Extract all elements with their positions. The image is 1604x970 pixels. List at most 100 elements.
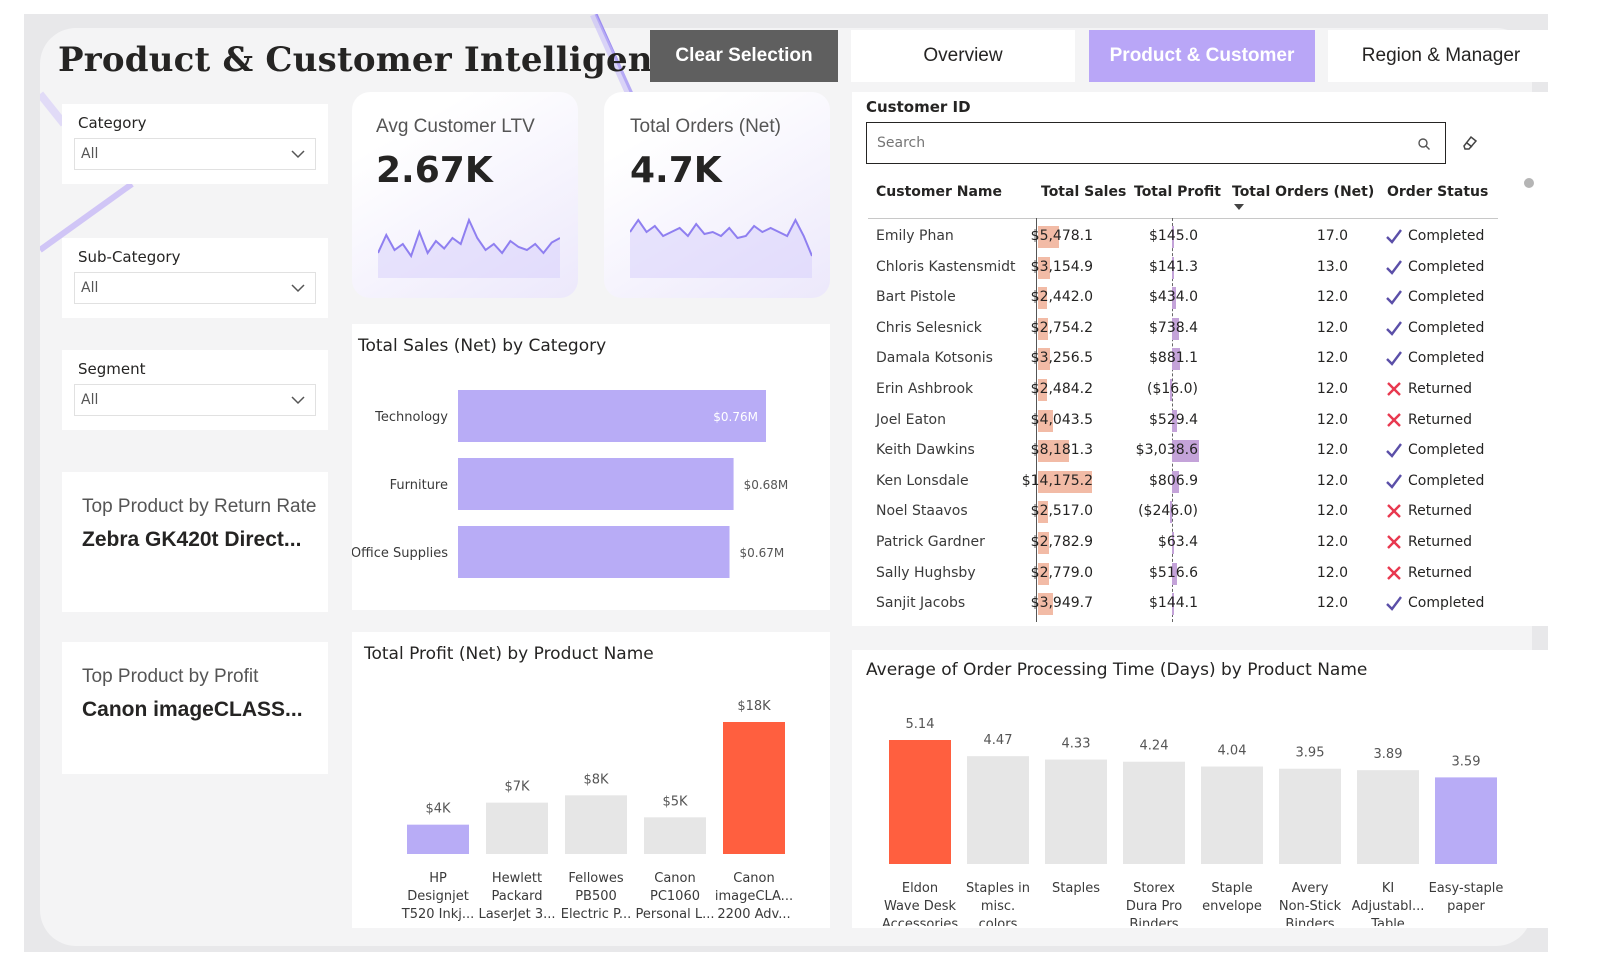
customer-search-input[interactable] [877, 131, 1397, 155]
bar-category-label: Wave Desk [884, 899, 957, 914]
table-row[interactable]: Erin Ashbrook $2,484.2 ($16.0) 12.0 Returned [868, 375, 1488, 405]
checkmark-shape [1386, 321, 1402, 336]
total-sales-cell: $2,779.0 [1030, 564, 1093, 581]
total-orders-value: 4.7K [630, 150, 722, 191]
bar-category-label: Fellowes [568, 871, 624, 886]
total-sales-cell: $5,478.1 [1030, 228, 1093, 244]
table-row[interactable]: Emily Phan $5,478.1 $145.0 17.0 Completed [868, 222, 1488, 252]
total-profit-cell: $145.0 [1149, 228, 1198, 244]
total-orders-cell: 12.0 [1316, 595, 1348, 612]
segment-slicer: Segment All [62, 350, 328, 430]
chevron-down-icon [291, 150, 305, 159]
bar-category-label: misc. [981, 899, 1015, 914]
col-header-order-status[interactable]: Order Status [1387, 184, 1488, 200]
table-row[interactable]: Damala Kotsonis $3,256.5 $881.1 12.0 Complet… [868, 344, 1488, 374]
bar-category-label: Non-Stick [1279, 899, 1342, 914]
customer-name-cell: Emily Phan [876, 228, 954, 244]
bar-category-label: Avery [1292, 881, 1329, 896]
checkmark-shape [1386, 259, 1402, 275]
table-row[interactable]: Ken Lonsdale $14,175.2 $806.9 12.0 Completed [868, 467, 1488, 497]
avg-ltv-kpi-card: Avg Customer LTV 2.67K [352, 92, 578, 298]
total-orders-cell: 12.0 [1316, 381, 1348, 397]
total-profit-cell: $144.1 [1149, 595, 1198, 612]
bar-category-label: Easy-staple [1429, 881, 1504, 896]
order-status-cell: Returned [1408, 503, 1472, 520]
bar-category-label: Adjustabl... [1352, 899, 1425, 914]
table-row[interactable]: Chloris Kastensmidt $3,154.9 $141.3 13.0 Com… [868, 253, 1488, 283]
table-row[interactable]: Sally Hughsby $2,779.0 $516.6 12.0 Returned [868, 559, 1488, 589]
table-row[interactable]: Bart Pistole $2,442.0 $434.0 12.0 Completed [868, 283, 1488, 313]
product-bar [644, 817, 706, 854]
bar-category-label: Hewlett [492, 871, 542, 886]
total-profit-cell: $516.6 [1149, 564, 1198, 581]
customer-name-cell: Noel Staavos [876, 503, 968, 520]
nav-region-manager-button[interactable]: Region & Manager [1328, 30, 1554, 82]
checkmark-icon [1386, 474, 1402, 489]
bar-category-label: PC1060 [650, 889, 700, 904]
customer-search-box[interactable] [866, 122, 1446, 164]
nav-product-customer-button[interactable]: Product & Customer [1089, 30, 1315, 82]
total-profit-cell: $434.0 [1149, 289, 1198, 306]
order-status-cell: Returned [1408, 564, 1472, 581]
col-header-customer-name[interactable]: Customer Name [876, 184, 1002, 200]
bar-category-label: Staple [1211, 881, 1252, 896]
processing-time-chart[interactable]: Average of Order Processing Time (Days) … [852, 650, 1548, 928]
clear-selection-button[interactable]: Clear Selection [650, 30, 838, 82]
table-row[interactable]: Joel Eaton $4,043.5 $529.4 12.0 Returned [868, 406, 1488, 436]
bar-category-label: Eldon [902, 881, 938, 896]
sales-by-category-chart[interactable]: Total Sales (Net) by Category Technology… [352, 324, 830, 610]
x-mark-icon [1387, 504, 1401, 519]
category-dropdown-value: All [81, 146, 99, 162]
category-dropdown[interactable]: All [74, 138, 316, 170]
table-row[interactable]: Noel Staavos $2,517.0 ($246.0) 12.0 Returned [868, 497, 1488, 527]
bar-data-label: 3.59 [1452, 754, 1481, 769]
product-bar [486, 802, 548, 854]
product-bar [889, 740, 951, 864]
bar-data-label: $8K [583, 772, 609, 787]
top-product-profit-value: Canon imageCLASS... [82, 698, 303, 721]
total-profit-cell: $738.4 [1149, 319, 1198, 336]
total-sales-cell: $8,181.3 [1030, 442, 1093, 459]
profit-by-product-chart[interactable]: Total Profit (Net) by Product Name $4K HP… [352, 632, 830, 928]
total-orders-label: Total Orders (Net) [630, 116, 781, 137]
search-icon[interactable] [1417, 137, 1431, 151]
checkmark-shape [1386, 474, 1402, 489]
table-row[interactable]: Sanjit Jacobs $3,949.7 $144.1 12.0 Completed [868, 589, 1488, 619]
order-status-cell: Returned [1408, 411, 1472, 428]
table-scroll-thumb[interactable] [1524, 178, 1534, 188]
nav-overview-button[interactable]: Overview [851, 30, 1075, 82]
total-orders-cell: 12.0 [1316, 442, 1348, 459]
category-data-label: $0.68M [744, 478, 789, 492]
profit-by-product-title: Total Profit (Net) by Product Name [364, 644, 654, 664]
segment-dropdown[interactable]: All [74, 384, 316, 416]
col-header-total-profit[interactable]: Total Profit [1134, 184, 1221, 200]
bar-category-label: Packard [491, 889, 542, 904]
bar-category-label: Storex [1133, 881, 1175, 896]
table-row[interactable]: Patrick Gardner $2,782.9 $63.4 12.0 Returned [868, 528, 1488, 558]
sub-category-dropdown[interactable]: All [74, 272, 316, 304]
total-orders-kpi-card: Total Orders (Net) 4.7K [604, 92, 830, 298]
bar-category-label: KI [1382, 881, 1394, 896]
table-row[interactable]: Keith Dawkins $8,181.3 $3,038.6 12.0 Complet… [868, 436, 1488, 466]
bar-data-label: $4K [425, 802, 451, 817]
chevron-down-icon [291, 396, 305, 405]
avg-ltv-label: Avg Customer LTV [376, 116, 535, 137]
x-mark-icon [1387, 412, 1401, 427]
eraser-icon[interactable] [1460, 132, 1480, 152]
total-sales-cell: $3,949.7 [1030, 595, 1093, 612]
bar-category-label: Staples in [966, 881, 1030, 896]
processing-time-title: Average of Order Processing Time (Days) … [866, 660, 1368, 680]
table-row[interactable]: Chris Selesnick $2,754.2 $738.4 12.0 Complet… [868, 314, 1488, 344]
product-bar [1279, 768, 1341, 864]
bar-data-label: 3.95 [1296, 746, 1325, 761]
total-orders-cell: 12.0 [1316, 503, 1348, 520]
col-header-total-orders[interactable]: Total Orders (Net) [1232, 184, 1374, 200]
bar-category-label: LaserJet 3... [478, 907, 555, 922]
segment-dropdown-value: All [81, 392, 99, 408]
product-bar [565, 795, 627, 854]
col-header-total-sales[interactable]: Total Sales [1041, 184, 1126, 200]
checkmark-icon [1386, 596, 1402, 612]
bar-data-label: 4.24 [1140, 739, 1169, 754]
checkmark-icon [1386, 229, 1402, 244]
total-profit-cell: $63.4 [1157, 534, 1198, 550]
